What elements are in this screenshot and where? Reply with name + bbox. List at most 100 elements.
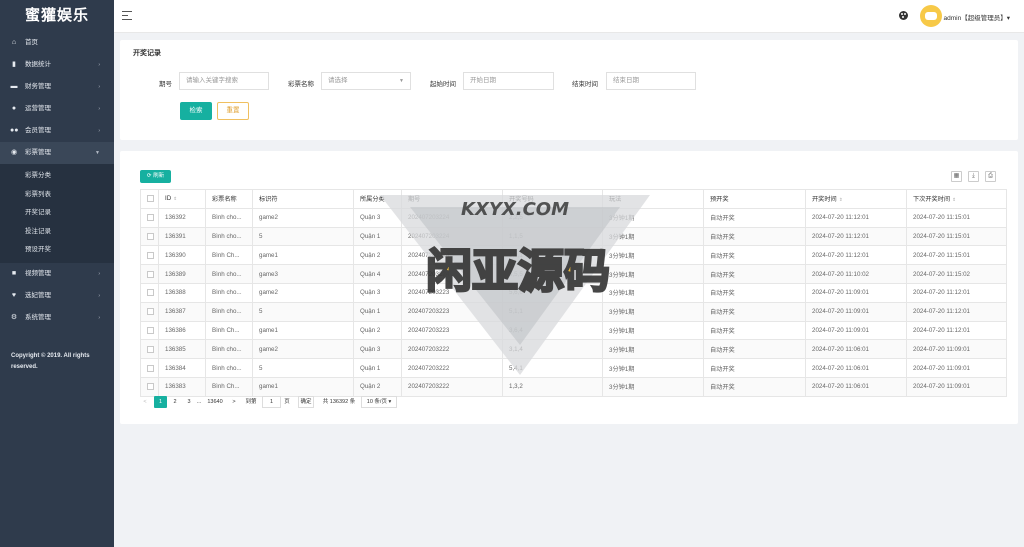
- sidebar-item[interactable]: ⌂ 首页: [0, 32, 114, 54]
- table-row[interactable]: 136386 Bình Ch... game1 Quận 2 202407203223 3…: [140, 320, 1007, 341]
- per-page-select[interactable]: 10 条/页 ▾: [361, 396, 397, 408]
- sidebar-subitem[interactable]: 开奖记录: [0, 204, 114, 223]
- sort-icon[interactable]: ⇕: [173, 196, 177, 201]
- lottery-name-select[interactable]: 请选择 ▼: [321, 72, 411, 90]
- row-checkbox[interactable]: [147, 345, 154, 353]
- table-cell: 3,1,4: [502, 339, 603, 360]
- reset-button[interactable]: 重置: [217, 102, 249, 120]
- table-cell: Quận 4: [353, 264, 402, 284]
- next-page-button[interactable]: >: [229, 396, 239, 408]
- row-checkbox-cell[interactable]: [140, 282, 159, 303]
- table-cell: 136389: [158, 264, 206, 284]
- table-cell: 3分钟1期: [602, 264, 704, 284]
- sidebar-subitem[interactable]: 预设开奖: [0, 241, 114, 260]
- sidebar-item-label: 财务管理: [25, 83, 51, 90]
- sidebar-item[interactable]: ■ 视频管理 ›: [0, 263, 114, 285]
- chevron-right-icon: ›: [98, 314, 100, 321]
- select-all-checkbox-cell[interactable]: [140, 189, 159, 209]
- sidebar-item[interactable]: ⚙ 系统管理 ›: [0, 307, 114, 329]
- row-checkbox[interactable]: [147, 214, 154, 222]
- table-row[interactable]: 136388 Bình cho... game2 Quận 3 202407203223…: [140, 282, 1007, 303]
- sidebar-item[interactable]: ◉ 彩票管理 ▼: [0, 142, 114, 164]
- table-row[interactable]: 136383 Bình Ch... game1 Quận 2 202407203222 1…: [140, 376, 1007, 397]
- sidebar-subitem[interactable]: 彩票分类: [0, 167, 114, 186]
- row-checkbox[interactable]: [147, 326, 154, 334]
- column-header-label: 标识符: [259, 196, 278, 204]
- table-cell: 3分钟1期: [602, 207, 704, 228]
- theme-palette-icon[interactable]: [899, 11, 908, 20]
- sort-icon[interactable]: ⇕: [952, 197, 956, 202]
- search-button[interactable]: 检索: [180, 102, 212, 120]
- table-row[interactable]: 136389 Bình cho... game3 Quận 4 202407203224…: [140, 264, 1007, 284]
- table-cell: 自动开奖: [703, 282, 806, 303]
- row-checkbox-cell[interactable]: [140, 207, 159, 228]
- row-checkbox-cell[interactable]: [140, 301, 159, 322]
- heart-icon: ♥: [11, 291, 17, 299]
- sidebar-item[interactable]: ▬ 财务管理 ›: [0, 76, 114, 98]
- row-checkbox-cell[interactable]: [140, 226, 159, 247]
- chevron-right-icon: ›: [98, 62, 100, 68]
- copyright-text: Copyright © 2019. All rights reserved.: [11, 352, 90, 370]
- table-row[interactable]: 136384 Bình cho... 5 Quận 1 202407203222 5,4,…: [140, 358, 1007, 378]
- column-header[interactable]: 下次开奖时间 ⇕: [906, 189, 1007, 209]
- start-date-input[interactable]: 开始日期: [463, 72, 554, 90]
- sidebar-item-label: 彩票管理: [25, 149, 51, 156]
- page-1-button[interactable]: 1: [154, 396, 167, 408]
- row-checkbox-cell[interactable]: [140, 376, 159, 397]
- sidebar-subitem[interactable]: 彩票列表: [0, 186, 114, 205]
- table-row[interactable]: 136391 Bình cho... 5 Quận 1 202407203224 1,1,…: [140, 226, 1007, 247]
- column-header[interactable]: ID ⇕: [158, 189, 206, 209]
- user-menu[interactable]: admin【超级管理员】▾: [944, 12, 1010, 22]
- end-date-input[interactable]: 结束日期: [606, 72, 696, 90]
- row-checkbox-cell[interactable]: [140, 320, 159, 341]
- avatar[interactable]: [920, 5, 942, 27]
- table-cell: 202407203224: [401, 226, 503, 247]
- table-cell: 2024-07-20 11:12:01: [906, 301, 1007, 322]
- table-cell: game2: [252, 282, 354, 303]
- table-cell: 2024-07-20 11:10:02: [805, 264, 907, 284]
- table-row[interactable]: 136387 Bình cho... 5 Quận 1 202407203223 5,1,…: [140, 301, 1007, 322]
- row-checkbox[interactable]: [147, 364, 154, 372]
- column-header: 玩法: [602, 189, 704, 209]
- export-icon[interactable]: ⤓: [968, 171, 979, 182]
- table-row[interactable]: 136390 Bình Ch... game1 Quận 2 202407203224 3…: [140, 245, 1007, 266]
- row-checkbox[interactable]: [147, 289, 154, 297]
- sidebar-item[interactable]: ▮ 数据统计 ›: [0, 54, 114, 76]
- row-checkbox-cell[interactable]: [140, 339, 159, 360]
- print-icon[interactable]: ⎙: [985, 171, 996, 182]
- page-3-button[interactable]: 3: [183, 396, 195, 408]
- row-checkbox-cell[interactable]: [140, 264, 159, 284]
- row-checkbox[interactable]: [147, 383, 154, 391]
- row-checkbox[interactable]: [147, 251, 154, 259]
- goto-page-input[interactable]: 1: [262, 396, 281, 408]
- table-cell: Bình cho...: [205, 358, 253, 378]
- prev-page-button[interactable]: <: [140, 396, 150, 408]
- sidebar-item[interactable]: ●● 会员管理 ›: [0, 120, 114, 142]
- sidebar-item[interactable]: ● 运营管理 ›: [0, 98, 114, 120]
- table-header-row: ID ⇕ 彩票名称 标识符 所属分类 期号 开奖号码 玩法 预开奖 开奖时间 ⇕ 下次开奖时间 ⇕: [140, 189, 1007, 209]
- table-cell: 自动开奖: [703, 358, 806, 378]
- columns-filter-icon[interactable]: ▦: [951, 171, 962, 182]
- menu-toggle-icon[interactable]: [122, 11, 132, 20]
- refresh-button[interactable]: ⟳ 刷新: [140, 170, 171, 183]
- table-row[interactable]: 136385 Bình cho... game2 Quận 3 202407203222…: [140, 339, 1007, 360]
- table-row[interactable]: 136392 Bình cho... game2 Quận 3 202407203224…: [140, 207, 1007, 228]
- select-all-checkbox[interactable]: [147, 195, 154, 203]
- sidebar-subitem[interactable]: 投注记录: [0, 223, 114, 242]
- issue-input[interactable]: 请输入关键字搜索: [179, 72, 269, 90]
- app-logo: 蜜獾娱乐: [24, 7, 89, 24]
- table-cell: 5,4,1: [502, 358, 603, 378]
- row-checkbox-cell[interactable]: [140, 245, 159, 266]
- column-header[interactable]: 开奖时间 ⇕: [805, 189, 907, 209]
- goto-confirm-button[interactable]: 确定: [298, 396, 314, 408]
- sidebar-item[interactable]: ♥ 选妃管理 ›: [0, 285, 114, 307]
- table-cell: 3分钟1期: [602, 339, 704, 360]
- sort-icon[interactable]: ⇕: [839, 197, 843, 202]
- column-header: 彩票名称: [205, 189, 253, 209]
- row-checkbox[interactable]: [147, 270, 154, 278]
- row-checkbox[interactable]: [147, 232, 154, 240]
- row-checkbox-cell[interactable]: [140, 358, 159, 378]
- page-2-button[interactable]: 2: [169, 396, 181, 408]
- row-checkbox[interactable]: [147, 308, 154, 316]
- last-page-button[interactable]: 13640: [205, 396, 225, 408]
